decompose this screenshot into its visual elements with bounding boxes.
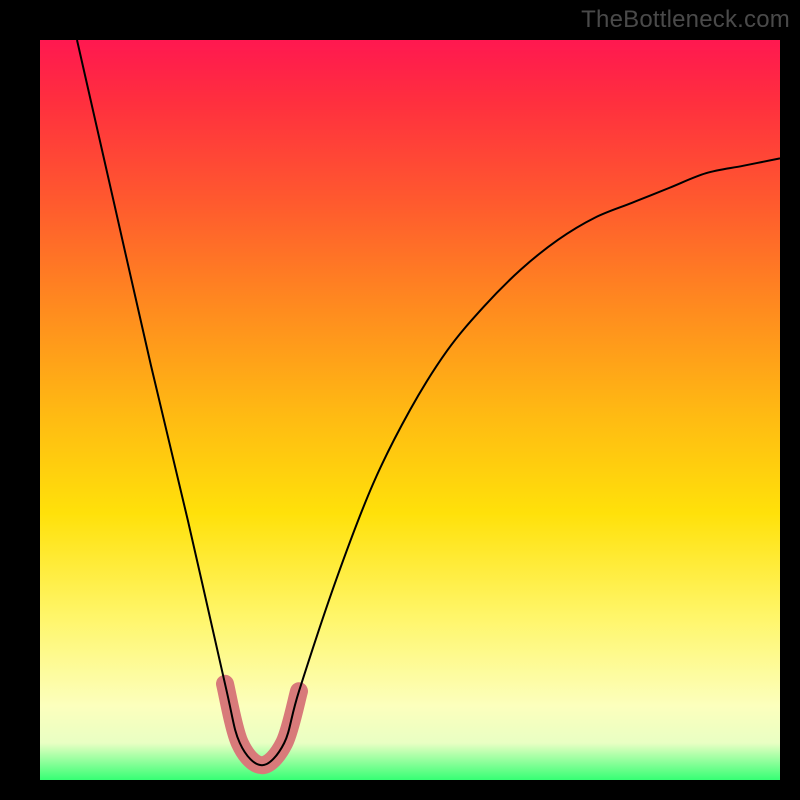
plot-area bbox=[40, 40, 780, 780]
bottleneck-curve bbox=[77, 40, 780, 765]
highlight-segment bbox=[225, 684, 299, 765]
watermark-text: TheBottleneck.com bbox=[581, 6, 790, 34]
chart-frame: TheBottleneck.com bbox=[0, 0, 800, 800]
curve-layer bbox=[40, 40, 780, 780]
